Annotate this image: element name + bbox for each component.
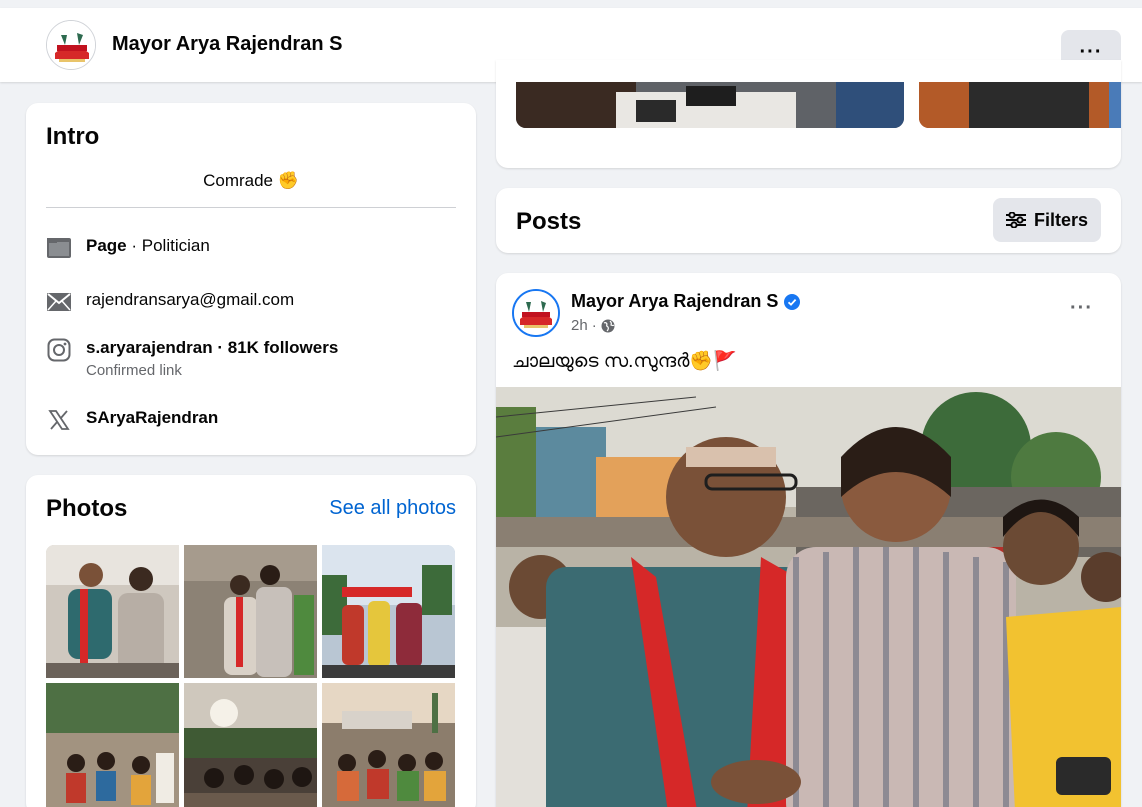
profile-avatar[interactable] — [46, 20, 96, 70]
media-strip-card — [496, 60, 1121, 168]
category-label: Page — [86, 236, 127, 255]
page-title: Mayor Arya Rajendran S — [112, 33, 343, 55]
photo-thumbnail[interactable] — [46, 683, 179, 807]
email-text: rajendransarya@gmail.com — [86, 290, 295, 309]
post-author-name[interactable]: Mayor Arya Rajendran S — [571, 291, 801, 312]
x-handle-link[interactable]: SAryaRajendran — [86, 407, 218, 429]
post-author-label: Mayor Arya Rajendran S — [571, 291, 779, 311]
photo-thumbnail[interactable] — [322, 683, 455, 807]
instagram-icon — [46, 337, 72, 363]
photos-card: Photos See all photos — [26, 475, 476, 807]
intro-divider — [46, 207, 456, 208]
verified-badge-icon — [784, 293, 801, 310]
post-author-avatar[interactable] — [512, 289, 560, 337]
photo-thumbnail[interactable] — [322, 545, 455, 678]
intro-bio: Comrade ✊ — [203, 171, 299, 190]
filters-button[interactable]: Filters — [993, 198, 1101, 242]
photos-heading: Photos — [46, 495, 128, 522]
meta-separator: · — [591, 317, 597, 334]
post-photo[interactable] — [496, 387, 1121, 807]
sliders-icon — [1005, 212, 1026, 228]
intro-card: Intro Comrade ✊ Page · Politician rajend… — [26, 103, 476, 455]
globe-icon — [601, 319, 615, 332]
intro-instagram-row: s.aryarajendran · 81K followers Confirme… — [46, 337, 338, 379]
page-flag-icon — [46, 235, 72, 261]
photos-grid — [46, 545, 456, 807]
post-text: ചാലയുടെ സ.സുന്ദർ✊🚩 — [512, 351, 737, 372]
post-meta: 2h · — [571, 317, 615, 334]
x-logo-icon — [46, 407, 72, 433]
media-photo[interactable] — [919, 82, 1121, 128]
post-card: Mayor Arya Rajendran S 2h · ··· ചാലയുടെ … — [496, 273, 1121, 807]
instagram-link[interactable]: s.aryarajendran · 81K followers — [86, 337, 338, 359]
filters-label: Filters — [1033, 209, 1089, 230]
photo-thumbnail[interactable] — [184, 545, 317, 678]
post-options-button[interactable]: ··· — [1070, 297, 1093, 320]
photo-thumbnail[interactable] — [184, 683, 317, 807]
posts-header-card: Posts Filters — [496, 188, 1121, 253]
see-all-photos-link[interactable]: See all photos — [329, 497, 456, 520]
intro-category-row: Page · Politician — [46, 235, 210, 261]
category-value: · Politician — [126, 236, 210, 255]
photo-thumbnail[interactable] — [46, 545, 179, 678]
intro-x-row: SAryaRajendran — [46, 407, 218, 433]
envelope-icon — [46, 289, 72, 315]
posts-heading: Posts — [516, 208, 582, 235]
intro-heading: Intro — [46, 123, 100, 150]
confirmed-link-note: Confirmed link — [86, 362, 182, 379]
post-timestamp[interactable]: 2h — [571, 317, 588, 334]
media-photo[interactable] — [516, 82, 904, 128]
intro-email-row: rajendransarya@gmail.com — [46, 289, 294, 315]
